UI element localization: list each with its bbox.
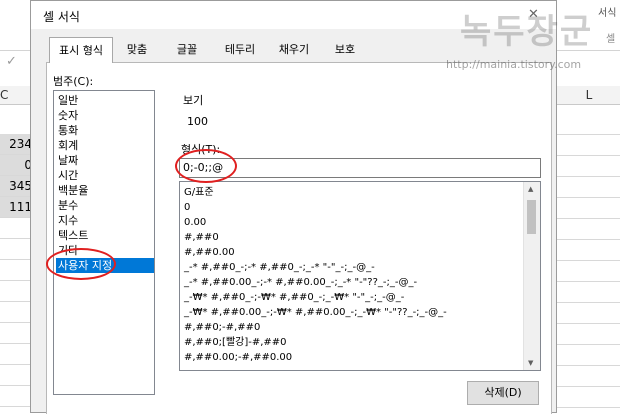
cell[interactable] — [556, 155, 620, 177]
dialog-title: 셀 서식 — [43, 10, 80, 24]
cell[interactable] — [556, 323, 620, 345]
tab-number[interactable]: 표시 형식 — [49, 37, 113, 63]
cell[interactable] — [556, 197, 620, 219]
format-code-item[interactable]: #,##0.00;-#,##0.00 — [184, 350, 292, 365]
format-code-item[interactable]: _-* #,##0_-;-* #,##0_-;_-* "-"_-;_-@_- — [184, 260, 375, 275]
format-code-item[interactable]: #,##0.00 — [184, 245, 235, 260]
format-code-list[interactable]: G/표준 0 0.00 #,##0 #,##0.00 _-* #,##0_-;-… — [179, 181, 541, 371]
category-list[interactable]: 일반 숫자 통화 회계 날짜 시간 백분율 분수 지수 텍스트 기타 사용자 지… — [53, 90, 155, 395]
cell[interactable] — [556, 302, 620, 324]
category-item[interactable]: 분수 — [56, 198, 154, 213]
category-item[interactable]: 회계 — [56, 138, 154, 153]
format-code-item[interactable]: #,##0 — [184, 230, 219, 245]
format-code-item[interactable]: _-₩* #,##0_-;-₩* #,##0_-;_-₩* "-"_-;_-@_… — [184, 290, 404, 305]
cell[interactable] — [556, 344, 620, 366]
column-header-l[interactable]: L — [556, 86, 620, 105]
scroll-up-icon[interactable]: ▲ — [528, 185, 533, 193]
format-code-item[interactable]: _-₩* #,##0.00_-;-₩* #,##0.00_-;_-₩* "-"?… — [184, 305, 447, 320]
type-label: 형식(T): — [181, 143, 221, 156]
category-item[interactable]: 숫자 — [56, 108, 154, 123]
tab-border[interactable]: 테두리 — [215, 39, 265, 61]
format-code-item[interactable]: #,##0;-#,##0 — [184, 320, 260, 335]
watermark-url: http://mainia.tistory.com — [446, 58, 582, 71]
ribbon-cell-label: 셀 — [606, 34, 616, 45]
format-type-input[interactable]: 0;-0;;@ — [179, 158, 541, 178]
cell[interactable] — [556, 218, 620, 240]
watermark-title: 녹두장군 — [460, 12, 594, 52]
cell[interactable] — [556, 176, 620, 198]
delete-button[interactable]: 삭제(D) — [467, 381, 539, 405]
cell[interactable] — [556, 239, 620, 261]
format-code-item[interactable]: _-* #,##0.00_-;-* #,##0.00_-;_-* "-"??_-… — [184, 275, 417, 290]
column-header-c[interactable]: C — [0, 86, 32, 105]
cell[interactable] — [556, 113, 620, 135]
cell[interactable] — [556, 260, 620, 282]
format-code-item[interactable]: 0 — [184, 200, 190, 215]
cell[interactable] — [556, 365, 620, 387]
category-item[interactable]: 백분율 — [56, 183, 154, 198]
tab-protection[interactable]: 보호 — [323, 39, 367, 61]
ribbon-format-label[interactable]: 서식 — [598, 4, 616, 19]
format-code-item[interactable]: G/표준 — [184, 185, 214, 200]
scrollbar-thumb[interactable] — [527, 200, 536, 234]
format-code-item[interactable]: 0.00 — [184, 215, 206, 230]
category-item-custom[interactable]: 사용자 지정 — [56, 258, 154, 273]
tab-font[interactable]: 글꼴 — [165, 39, 209, 61]
tab-alignment[interactable]: 맞춤 — [115, 39, 159, 61]
sample-value: 100 — [187, 115, 208, 128]
cell[interactable] — [556, 134, 620, 156]
category-item[interactable]: 통화 — [56, 123, 154, 138]
scroll-down-icon[interactable]: ▼ — [528, 359, 533, 367]
tab-fill[interactable]: 채우기 — [269, 39, 319, 61]
cell[interactable] — [556, 281, 620, 303]
category-item[interactable]: 시간 — [56, 168, 154, 183]
category-item[interactable]: 지수 — [56, 213, 154, 228]
sample-box: 100 — [179, 105, 541, 137]
category-item[interactable]: 일반 — [56, 93, 154, 108]
category-item[interactable]: 텍스트 — [56, 228, 154, 243]
format-list-scrollbar[interactable]: ▲ ▼ — [523, 182, 540, 370]
category-label: 범주(C): — [53, 75, 94, 88]
format-code-item[interactable]: #,##0;[빨강]-#,##0 — [184, 335, 287, 350]
cell[interactable] — [556, 386, 620, 408]
category-item[interactable]: 기타 — [56, 243, 154, 258]
category-item[interactable]: 날짜 — [56, 153, 154, 168]
confirm-check-icon[interactable]: ✓ — [6, 54, 17, 69]
